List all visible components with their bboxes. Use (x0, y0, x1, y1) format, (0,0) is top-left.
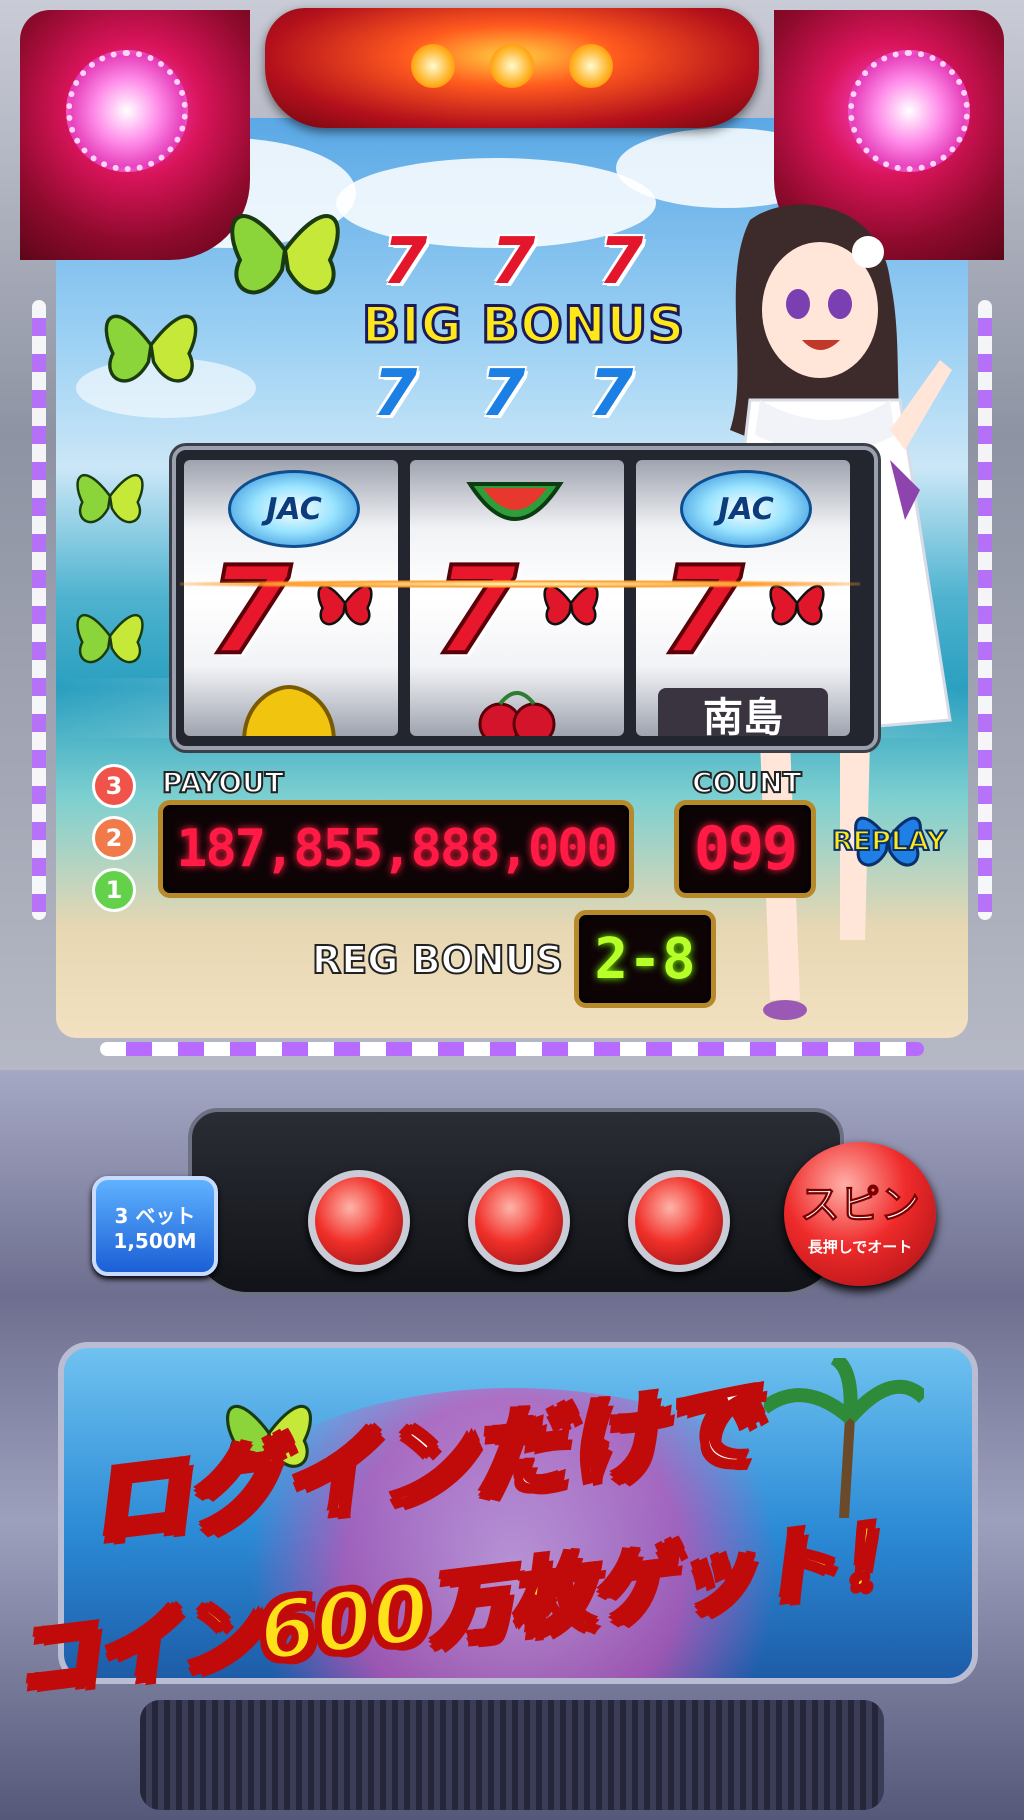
cherry-symbol (478, 691, 556, 736)
payout-label: PAYOUT (161, 765, 285, 800)
butterfly-icon (76, 473, 144, 524)
big-bonus-title: BIG BONUS (360, 295, 686, 356)
butterfly-icon (543, 584, 599, 626)
jac-symbol: JAC (228, 470, 360, 548)
seven-symbol: 7 (206, 542, 293, 681)
stop-button-1[interactable] (308, 1170, 410, 1272)
line-number-2: 2 (92, 816, 136, 860)
right-light-strip (978, 300, 992, 920)
reg-bonus-display: 2-8 (574, 910, 716, 1008)
bet-count: 3 ベット (114, 1203, 196, 1228)
left-speaker (20, 10, 250, 260)
reg-bonus-label: REG BONUS (311, 937, 564, 983)
count-value: 099 (693, 814, 798, 884)
red-seven-icon: 7 (598, 225, 644, 299)
top-lamp (265, 8, 759, 128)
stop-button-3[interactable] (628, 1170, 730, 1272)
bet-button[interactable]: 3 ベット 1,500M (92, 1176, 218, 1276)
red-seven-icon: 7 (490, 225, 536, 299)
blue-seven-icon: 7 (372, 357, 418, 431)
spin-hint: 長押しでオート (807, 1237, 913, 1256)
blue-seven-icon: 7 (480, 357, 526, 431)
payout-value: 187,855,888,000 (176, 819, 618, 879)
bet-amount: 1,500M (113, 1228, 197, 1253)
speaker-grille (140, 1700, 884, 1810)
payline-glow (180, 580, 860, 588)
left-light-strip (32, 300, 46, 920)
reel-2: 7 (410, 460, 624, 736)
butterfly-icon (104, 314, 198, 383)
title-red-sevens: 7 7 7 (356, 225, 670, 299)
red-seven-icon: 7 (382, 225, 428, 299)
replay-label: REPLAY (831, 825, 947, 858)
seven-symbol: 7 (432, 542, 519, 681)
spin-button[interactable]: スピン 長押しでオート (784, 1142, 936, 1286)
speaker-light (66, 50, 188, 172)
lamp-light (569, 44, 613, 88)
spin-label: スピン (800, 1181, 921, 1228)
line-number-1: 1 (92, 868, 136, 912)
reel-3: JAC 7 南島 (636, 460, 850, 736)
count-display: 099 (674, 800, 816, 898)
lamp-light (490, 44, 534, 88)
reg-bonus-value: 2-8 (594, 926, 696, 992)
butterfly-icon (230, 214, 340, 295)
seven-symbol: 7 (658, 542, 745, 681)
reel-1: JAC 7 (184, 460, 398, 736)
reel-window: JAC 7 7 JAC 7 南島 (172, 446, 878, 750)
watermelon-symbol (466, 482, 564, 521)
speaker-light (848, 50, 970, 172)
blue-seven-icon: 7 (588, 357, 634, 431)
title-blue-sevens: 7 7 7 (346, 357, 660, 431)
butterfly-icon (769, 584, 825, 626)
count-label: COUNT (691, 765, 803, 800)
butterfly-icon (76, 613, 144, 664)
stop-button-2[interactable] (468, 1170, 570, 1272)
nanto-logo-symbol: 南島 (658, 688, 828, 736)
line-number-3: 3 (92, 764, 136, 808)
butterfly-icon (317, 584, 373, 626)
payout-display: 187,855,888,000 (158, 800, 634, 898)
lamp-light (411, 44, 455, 88)
bottom-light-strip (100, 1042, 924, 1056)
jac-symbol: JAC (680, 470, 812, 548)
bell-symbol (242, 684, 336, 736)
